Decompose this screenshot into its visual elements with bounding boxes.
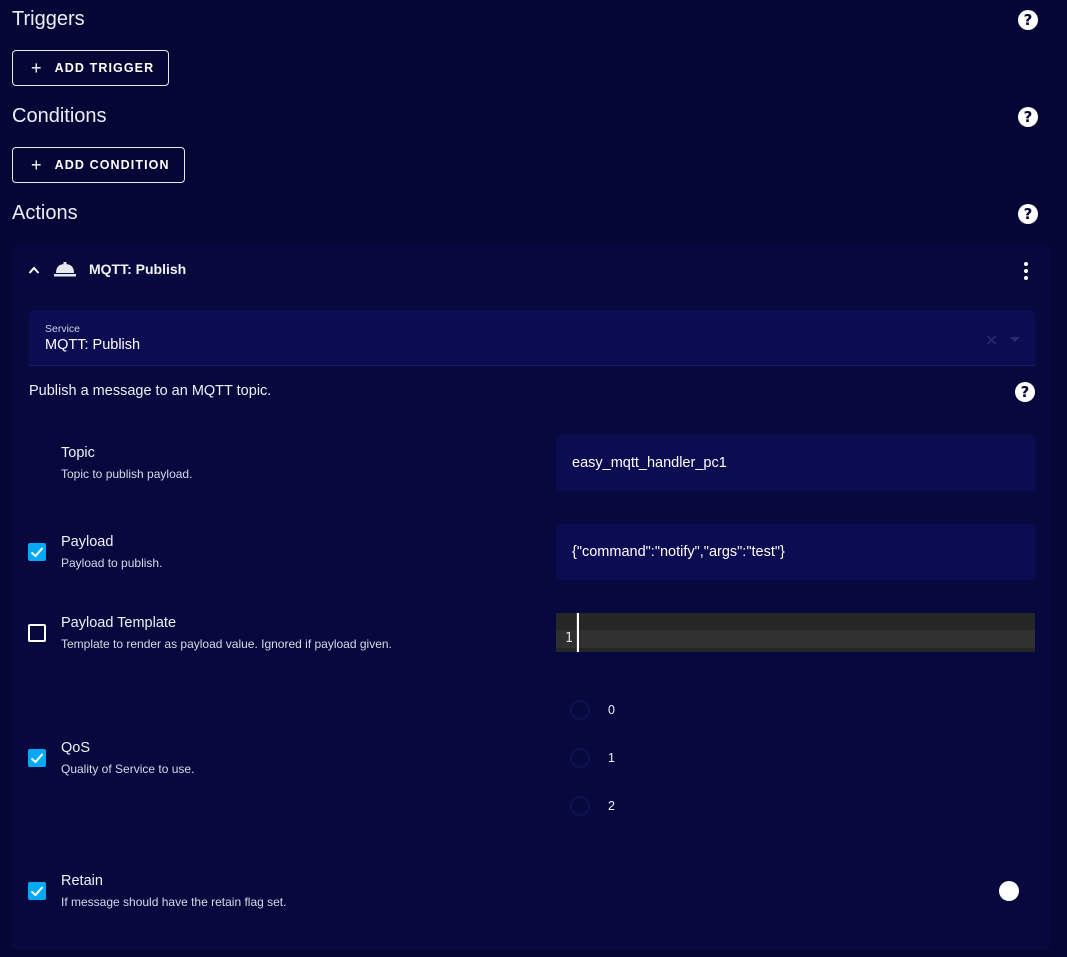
dropdown-arrow-icon[interactable]	[1010, 337, 1020, 342]
service-description: Publish a message to an MQTT topic.	[29, 383, 272, 399]
payload-checkbox[interactable]	[28, 543, 46, 561]
qos-radio-2[interactable]	[570, 796, 590, 816]
bell-icon	[54, 262, 76, 277]
service-value: MQTT: Publish	[45, 337, 141, 353]
add-condition-button[interactable]: + ADD CONDITION	[12, 147, 185, 183]
add-trigger-label: ADD TRIGGER	[54, 61, 155, 75]
clear-icon[interactable]: ✕	[985, 331, 998, 351]
qos-option-0-label: 0	[608, 703, 615, 717]
more-options-icon[interactable]	[1016, 261, 1036, 281]
topic-input[interactable]: easy_mqtt_handler_pc1	[556, 435, 1035, 491]
payload-description: Payload to publish.	[61, 556, 163, 570]
retain-toggle[interactable]	[999, 881, 1019, 901]
service-label: Service	[45, 323, 81, 335]
add-trigger-button[interactable]: + ADD TRIGGER	[12, 50, 170, 86]
check-icon	[30, 547, 44, 558]
check-icon	[30, 886, 44, 897]
qos-option-2-label: 2	[608, 799, 615, 813]
action-card-title: MQTT: Publish	[89, 261, 187, 277]
chevron-up-icon[interactable]	[28, 264, 40, 276]
topic-value: easy_mqtt_handler_pc1	[572, 455, 727, 471]
topic-name: Topic	[61, 445, 95, 461]
retain-description: If message should have the retain flag s…	[61, 895, 287, 909]
action-card: MQTT: Publish Service MQTT: Publish ✕ Pu…	[12, 245, 1051, 950]
payload-template-name: Payload Template	[61, 615, 177, 631]
qos-checkbox[interactable]	[28, 749, 46, 767]
triggers-heading: Triggers	[12, 8, 85, 30]
plus-icon: +	[31, 155, 43, 175]
check-icon	[30, 753, 44, 764]
text-cursor	[577, 613, 579, 652]
qos-radio-1[interactable]	[570, 748, 590, 768]
service-help-icon[interactable]: ?	[1015, 382, 1035, 402]
triggers-help-icon[interactable]: ?	[1018, 10, 1038, 30]
service-select[interactable]: Service MQTT: Publish ✕	[29, 310, 1035, 366]
qos-option-1-label: 1	[608, 751, 615, 765]
conditions-heading: Conditions	[12, 105, 107, 127]
payload-value: {"command":"notify","args":"test"}	[572, 544, 785, 560]
topic-description: Topic to publish payload.	[61, 467, 193, 481]
payload-template-editor[interactable]: 1	[556, 613, 1035, 652]
payload-input[interactable]: {"command":"notify","args":"test"}	[556, 524, 1035, 580]
payload-template-checkbox[interactable]	[28, 624, 46, 642]
qos-radio-0[interactable]	[570, 700, 590, 720]
line-number: 1	[565, 631, 573, 646]
conditions-help-icon[interactable]: ?	[1018, 107, 1038, 127]
qos-description: Quality of Service to use.	[61, 762, 195, 776]
add-condition-label: ADD CONDITION	[54, 158, 170, 172]
qos-name: QoS	[61, 740, 91, 756]
active-line	[556, 630, 1035, 648]
action-card-header[interactable]: MQTT: Publish	[12, 245, 1051, 295]
payload-name: Payload	[61, 534, 114, 550]
payload-template-description: Template to render as payload value. Ign…	[61, 637, 392, 651]
retain-name: Retain	[61, 873, 103, 889]
plus-icon: +	[31, 58, 43, 78]
actions-heading: Actions	[12, 202, 78, 224]
actions-help-icon[interactable]: ?	[1018, 204, 1038, 224]
retain-checkbox[interactable]	[28, 882, 46, 900]
